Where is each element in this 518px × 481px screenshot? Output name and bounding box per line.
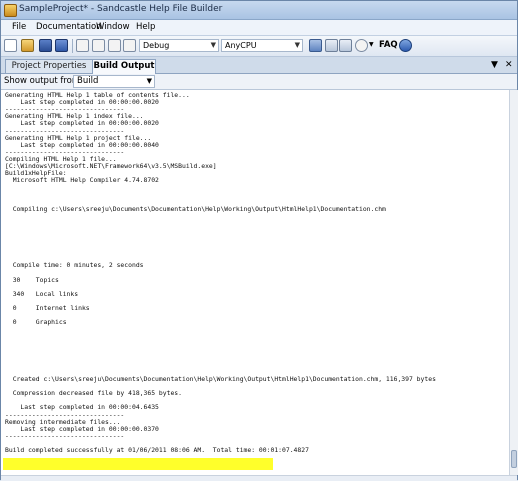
configuration-select[interactable]: Debug ▼ <box>139 39 219 52</box>
log-line: Compiling c:\Users\sreeju\Documents\Docu… <box>5 204 386 213</box>
horizontal-scrollbar[interactable] <box>1 475 517 481</box>
new-project-icon[interactable] <box>4 39 17 52</box>
log-line: ------------------------------- <box>5 431 125 440</box>
platform-select[interactable]: AnyCPU ▼ <box>221 39 303 52</box>
open-folder-icon[interactable] <box>21 39 34 52</box>
title-bar: SampleProject* - Sandcastle Help File Bu… <box>1 1 517 20</box>
menu-bar: File Documentation Window Help <box>1 20 517 36</box>
chevron-down-icon: ▼ <box>146 77 152 85</box>
vertical-scrollbar[interactable] <box>509 90 518 475</box>
build-output-log[interactable]: Generating HTML Help 1 table of contents… <box>1 90 509 475</box>
build-project-icon[interactable] <box>309 39 322 52</box>
add-reference-icon[interactable] <box>92 39 105 52</box>
menu-window[interactable]: Window <box>96 22 130 32</box>
tab-list-dropdown-icon[interactable]: ▼ <box>491 60 498 70</box>
log-line: 0 Internet links <box>5 304 90 312</box>
output-source-label: Show output from <box>4 76 81 86</box>
chevron-down-icon[interactable]: ▼ <box>369 41 374 48</box>
scrollbar-thumb[interactable] <box>511 450 517 468</box>
cancel-build-icon[interactable] <box>325 39 338 52</box>
tab-project-properties[interactable]: Project Properties <box>5 59 93 73</box>
log-line: Build completed successfully at 01/06/20… <box>5 446 309 454</box>
output-source-bar: Show output from Build ▼ <box>1 74 517 90</box>
window-title: SampleProject* - Sandcastle Help File Bu… <box>19 4 223 14</box>
log-line: 0 Graphics <box>5 318 67 327</box>
log-line: Microsoft HTML Help Compiler 4.74.8702 <box>5 176 159 185</box>
document-tabs: Project Properties Build Output ▼ ✕ <box>1 57 517 74</box>
toolbar: Debug ▼ AnyCPU ▼ ▼ FAQ <box>1 36 517 57</box>
help-icon[interactable] <box>399 39 412 52</box>
log-line: Created c:\Users\sreeju\Documents\Docume… <box>5 375 436 383</box>
log-line: Compression decreased file by 418,365 by… <box>5 389 182 398</box>
api-filter-icon[interactable] <box>123 39 136 52</box>
menu-documentation[interactable]: Documentation <box>36 22 102 32</box>
platform-value: AnyCPU <box>225 41 257 50</box>
menu-file[interactable]: File <box>12 22 26 32</box>
output-source-value: Build <box>77 76 99 86</box>
tab-build-output[interactable]: Build Output <box>92 59 156 74</box>
search-icon[interactable] <box>355 39 368 52</box>
log-line: 340 Local links <box>5 289 79 298</box>
faq-button[interactable]: FAQ <box>379 40 398 50</box>
save-all-icon[interactable] <box>55 39 68 52</box>
success-highlight <box>3 458 273 470</box>
main-window: SampleProject* - Sandcastle Help File Bu… <box>0 0 518 481</box>
chevron-down-icon: ▼ <box>210 41 216 49</box>
save-icon[interactable] <box>39 39 52 52</box>
view-help-file-icon[interactable] <box>339 39 352 52</box>
namespace-summaries-icon[interactable] <box>108 39 121 52</box>
output-source-select[interactable]: Build ▼ <box>73 75 155 88</box>
close-icon[interactable]: ✕ <box>505 60 513 70</box>
configuration-value: Debug <box>143 41 170 50</box>
chevron-down-icon: ▼ <box>294 41 300 49</box>
log-line: Compile time: 0 minutes, 2 seconds <box>5 261 144 270</box>
menu-help[interactable]: Help <box>136 22 155 32</box>
add-documentation-source-icon[interactable] <box>76 39 89 52</box>
log-line: 30 Topics <box>5 275 59 284</box>
toolbar-separator <box>72 39 73 53</box>
app-icon <box>4 4 17 17</box>
